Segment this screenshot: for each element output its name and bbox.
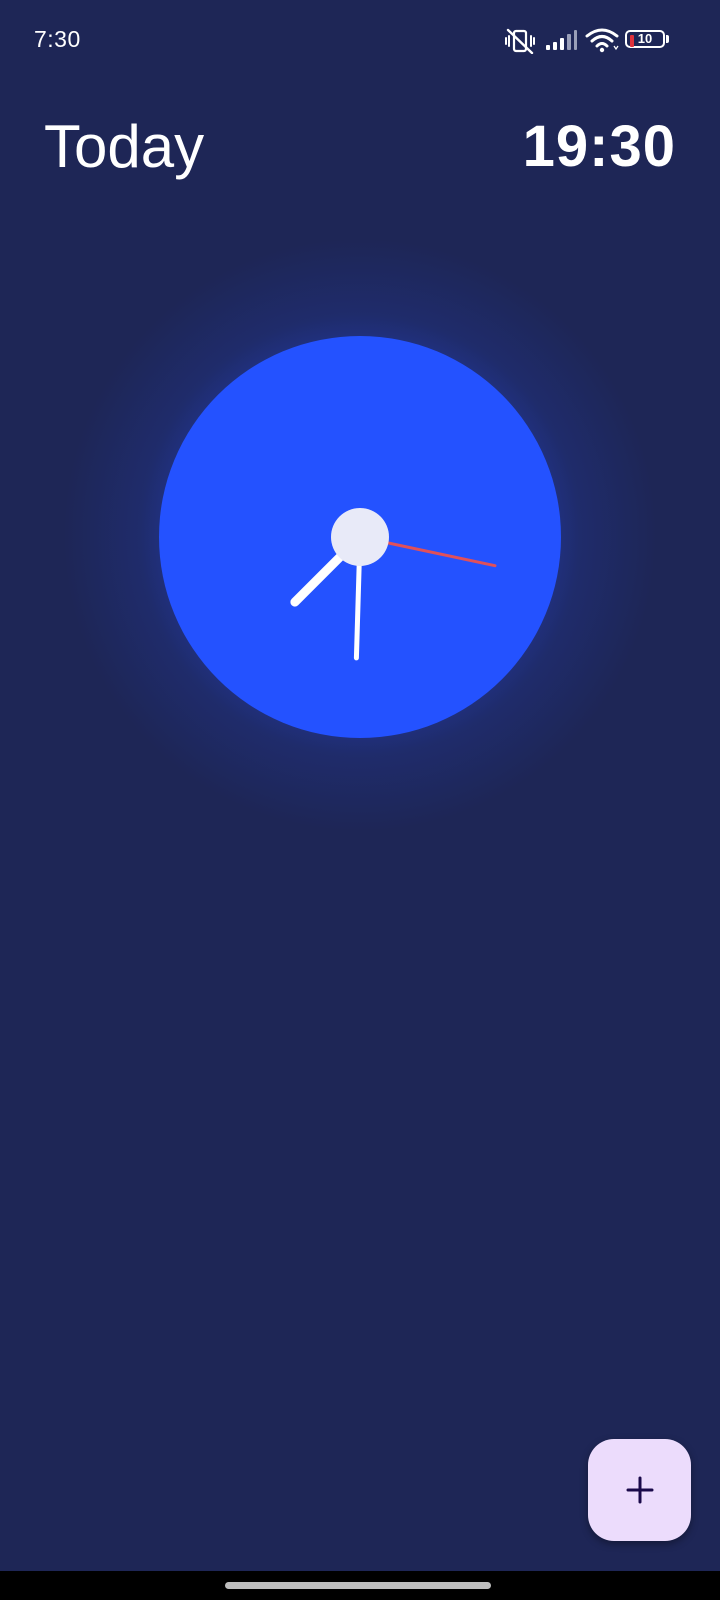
plus-icon (626, 1476, 653, 1504)
vibrate-mute-icon (505, 28, 535, 54)
status-icons: 10 (505, 24, 675, 56)
battery-level-text: 10 (637, 31, 653, 46)
navigation-bar (0, 1571, 720, 1600)
battery-icon: 10 (625, 30, 671, 50)
battery-cap (666, 35, 669, 43)
signal-icon (546, 30, 577, 50)
clock-glow (60, 235, 660, 835)
home-indicator[interactable] (225, 1582, 491, 1589)
digital-time: 19:30 (522, 114, 676, 179)
page-title: Today (44, 113, 205, 180)
status-time: 7:30 (34, 26, 81, 52)
add-button[interactable] (588, 1439, 691, 1541)
status-bar: 7:30 10 (0, 0, 720, 82)
screen: 7:30 10 Today 19:30 (0, 0, 720, 1600)
wifi-icon (585, 28, 619, 53)
